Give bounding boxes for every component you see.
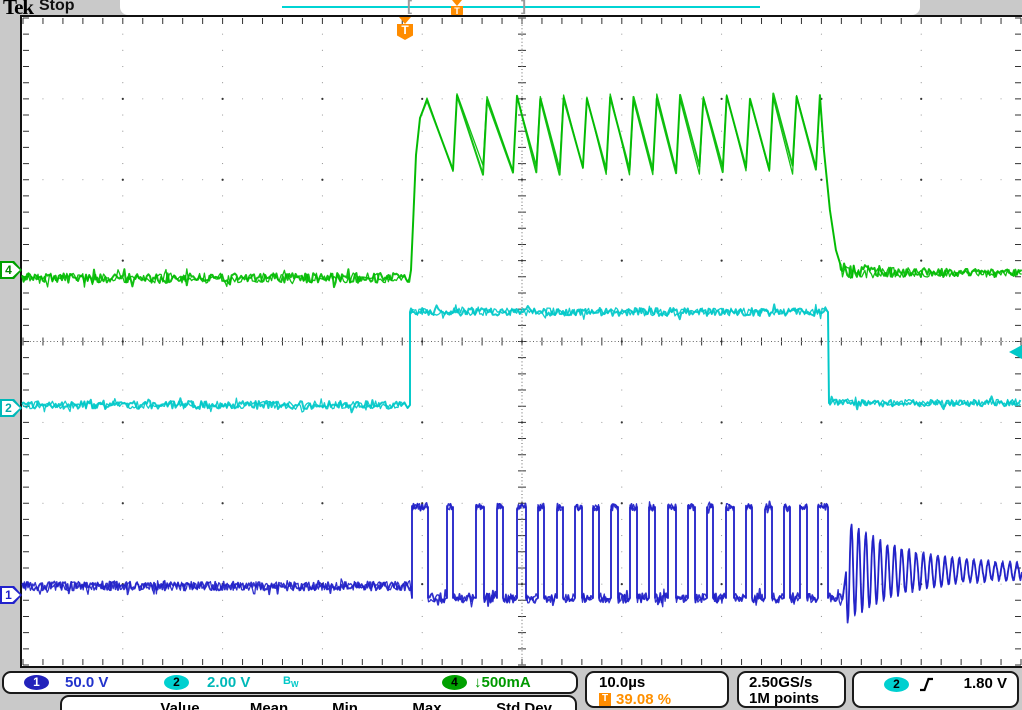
trigger-position-readout: T 39.08 % (599, 691, 671, 708)
trigger-source-badge[interactable]: 2 (884, 677, 909, 692)
record-window-bracket-right[interactable]: ] (521, 0, 526, 15)
channel-1-position-marker[interactable]: 1 (0, 586, 22, 604)
trigger-arrow-icon (399, 17, 411, 24)
trigger-position-percent: 39.08 % (616, 691, 671, 708)
oscilloscope-display: Tek Stop [ ] T T 4 2 1 1 50. (0, 0, 1022, 710)
channel-4-position-marker[interactable]: 4 (0, 261, 22, 279)
channel-2-position-marker[interactable]: 2 (0, 399, 22, 417)
channel-2-scale[interactable]: 2.00 V (207, 674, 250, 691)
channel-2-badge[interactable]: 2 (164, 675, 189, 690)
record-length: 1M points (749, 690, 819, 707)
measurement-header-value: Value (160, 700, 199, 710)
waveform-record-bar[interactable]: [ ] T (120, 0, 920, 15)
channel-1-scale[interactable]: 50.0 V (65, 674, 108, 691)
trigger-t-icon: T (599, 693, 611, 706)
measurement-header-mean: Mean (250, 700, 288, 710)
measurement-header-min: Min (332, 700, 358, 710)
channel-2-label: 2 (2, 401, 15, 415)
measurement-header-stddev: Std Dev (496, 700, 552, 710)
horizontal-readout-panel: 10.0µs T 39.08 % (585, 671, 729, 708)
channel-1-label: 1 (2, 588, 15, 602)
trigger-level[interactable]: 1.80 V (964, 675, 1007, 692)
trigger-level-arrow-icon[interactable] (1009, 345, 1022, 359)
channel-4-badge[interactable]: 4 (442, 675, 467, 690)
scope-graticule-area (20, 15, 1022, 668)
trigger-readout-panel: 2 1.80 V (852, 671, 1019, 708)
bandwidth-limit-icon: BW (283, 675, 299, 689)
rising-edge-icon (918, 676, 935, 698)
trigger-t-icon: T (397, 24, 413, 40)
top-bar: Tek Stop [ ] T (0, 0, 1022, 15)
timebase-scale[interactable]: 10.0µs (599, 674, 645, 691)
sample-rate: 2.50GS/s (749, 674, 812, 691)
channel-4-label: 4 (2, 263, 15, 277)
trigger-arrow-icon (452, 0, 462, 6)
channel-4-scale[interactable]: ↓500mA (474, 674, 531, 691)
measurement-table: Value Mean Min Max Std Dev (60, 695, 577, 710)
measurement-header-max: Max (412, 700, 441, 710)
acquisition-status: Stop (39, 0, 75, 15)
waveform-canvas (20, 15, 1022, 668)
acquisition-readout-panel: 2.50GS/s 1M points (737, 671, 846, 708)
channel-scale-readout-panel: 1 50.0 V 2 2.00 V BW 4 ↓500mA (2, 671, 578, 694)
record-window-bracket-left[interactable]: [ (407, 0, 412, 15)
trigger-position-flag[interactable]: T (397, 17, 413, 40)
channel-1-badge[interactable]: 1 (24, 675, 49, 690)
